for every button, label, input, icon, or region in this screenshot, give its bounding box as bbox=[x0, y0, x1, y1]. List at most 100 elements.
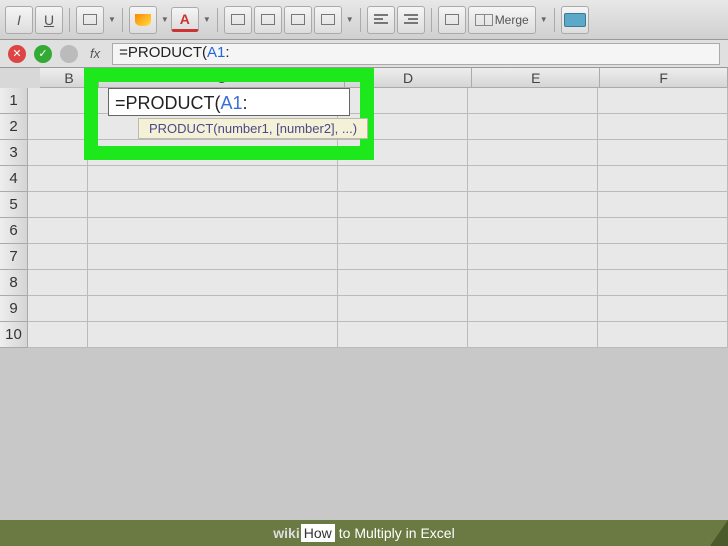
align-button-1[interactable] bbox=[224, 6, 252, 34]
cell[interactable] bbox=[468, 296, 598, 322]
row-header[interactable]: 10 bbox=[0, 322, 28, 348]
row-header[interactable]: 2 bbox=[0, 114, 28, 140]
cell[interactable] bbox=[88, 140, 338, 166]
row-header[interactable]: 9 bbox=[0, 296, 28, 322]
italic-button[interactable]: I bbox=[5, 6, 33, 34]
cell[interactable] bbox=[88, 322, 338, 348]
cancel-icon[interactable]: ✕ bbox=[8, 45, 26, 63]
cell[interactable] bbox=[598, 296, 728, 322]
cell[interactable] bbox=[598, 244, 728, 270]
cell[interactable] bbox=[468, 270, 598, 296]
font-color-button[interactable]: A bbox=[171, 7, 199, 32]
table-row bbox=[28, 296, 728, 322]
table-row bbox=[28, 270, 728, 296]
row-header[interactable]: 7 bbox=[0, 244, 28, 270]
row-header[interactable]: 3 bbox=[0, 140, 28, 166]
cell[interactable] bbox=[598, 192, 728, 218]
cell[interactable] bbox=[598, 218, 728, 244]
wrap-text-button[interactable] bbox=[438, 6, 466, 34]
cell[interactable] bbox=[468, 88, 598, 114]
table-row bbox=[28, 166, 728, 192]
cell[interactable] bbox=[338, 218, 468, 244]
caption-title: to Multiply in Excel bbox=[339, 525, 455, 541]
align-button-3[interactable] bbox=[284, 6, 312, 34]
cell[interactable] bbox=[88, 218, 338, 244]
cell[interactable] bbox=[338, 270, 468, 296]
merge-button[interactable]: Merge bbox=[468, 6, 536, 34]
cell[interactable] bbox=[88, 244, 338, 270]
formula-input[interactable]: =PRODUCT(A1: bbox=[112, 43, 720, 65]
chevron-down-icon[interactable]: ▼ bbox=[346, 15, 354, 24]
row-header[interactable]: 6 bbox=[0, 218, 28, 244]
cell[interactable] bbox=[598, 270, 728, 296]
column-header[interactable]: B bbox=[40, 68, 99, 88]
active-cell-editor[interactable]: =PRODUCT(A1: bbox=[108, 88, 350, 116]
cell[interactable] bbox=[88, 296, 338, 322]
cell[interactable] bbox=[338, 140, 468, 166]
decrease-indent-button[interactable] bbox=[367, 6, 395, 34]
align-button-2[interactable] bbox=[254, 6, 282, 34]
cell[interactable] bbox=[338, 322, 468, 348]
cell[interactable] bbox=[28, 114, 88, 140]
column-header[interactable]: F bbox=[600, 68, 728, 88]
cell[interactable] bbox=[28, 244, 88, 270]
cell[interactable] bbox=[468, 192, 598, 218]
column-header[interactable]: C bbox=[99, 68, 345, 88]
cell[interactable] bbox=[338, 166, 468, 192]
function-hint-tooltip: PRODUCT(number1, [number2], ...) bbox=[138, 118, 368, 139]
borders-button[interactable] bbox=[76, 6, 104, 34]
cell[interactable] bbox=[28, 192, 88, 218]
row-header[interactable]: 5 bbox=[0, 192, 28, 218]
chevron-down-icon[interactable]: ▼ bbox=[161, 15, 169, 24]
chevron-down-icon[interactable]: ▼ bbox=[203, 15, 211, 24]
cells-area[interactable] bbox=[28, 88, 728, 348]
increase-indent-button[interactable] bbox=[397, 6, 425, 34]
cell[interactable] bbox=[88, 270, 338, 296]
cell[interactable] bbox=[598, 88, 728, 114]
cell[interactable] bbox=[338, 192, 468, 218]
orientation-button[interactable] bbox=[314, 6, 342, 34]
cell[interactable] bbox=[468, 244, 598, 270]
formula-text-ref: A1 bbox=[207, 44, 225, 61]
cell[interactable] bbox=[338, 88, 468, 114]
chevron-down-icon[interactable]: ▼ bbox=[540, 15, 548, 24]
cell[interactable] bbox=[338, 296, 468, 322]
cell[interactable] bbox=[88, 192, 338, 218]
caption-arrow-icon bbox=[710, 520, 728, 546]
cell[interactable] bbox=[598, 322, 728, 348]
cell[interactable] bbox=[88, 166, 338, 192]
column-header[interactable]: D bbox=[345, 68, 473, 88]
row-header[interactable]: 8 bbox=[0, 270, 28, 296]
cell[interactable] bbox=[468, 322, 598, 348]
cell[interactable] bbox=[28, 218, 88, 244]
caption-how: How bbox=[301, 524, 335, 542]
cell[interactable] bbox=[598, 166, 728, 192]
underline-button[interactable]: U bbox=[35, 6, 63, 34]
column-headers: BCDEF bbox=[40, 68, 728, 88]
cell[interactable] bbox=[468, 140, 598, 166]
column-header[interactable]: E bbox=[472, 68, 600, 88]
row-header[interactable]: 1 bbox=[0, 88, 28, 114]
enter-icon[interactable]: ✓ bbox=[34, 45, 52, 63]
cell[interactable] bbox=[28, 296, 88, 322]
cell[interactable] bbox=[338, 244, 468, 270]
separator bbox=[360, 8, 361, 32]
cell[interactable] bbox=[28, 166, 88, 192]
row-headers: 12345678910 bbox=[0, 88, 28, 348]
cell[interactable] bbox=[28, 270, 88, 296]
chevron-down-icon[interactable]: ▼ bbox=[108, 15, 116, 24]
cell[interactable] bbox=[468, 218, 598, 244]
cell[interactable] bbox=[28, 88, 88, 114]
fx-grey-icon[interactable] bbox=[60, 45, 78, 63]
cell[interactable] bbox=[468, 114, 598, 140]
cell[interactable] bbox=[598, 140, 728, 166]
row-header[interactable]: 4 bbox=[0, 166, 28, 192]
table-row bbox=[28, 114, 728, 140]
cell[interactable] bbox=[28, 140, 88, 166]
cell[interactable] bbox=[598, 114, 728, 140]
cell[interactable] bbox=[28, 322, 88, 348]
fill-color-button[interactable] bbox=[129, 6, 157, 34]
cell[interactable] bbox=[468, 166, 598, 192]
caption-wiki: wiki bbox=[273, 525, 299, 541]
currency-button[interactable] bbox=[561, 6, 589, 34]
